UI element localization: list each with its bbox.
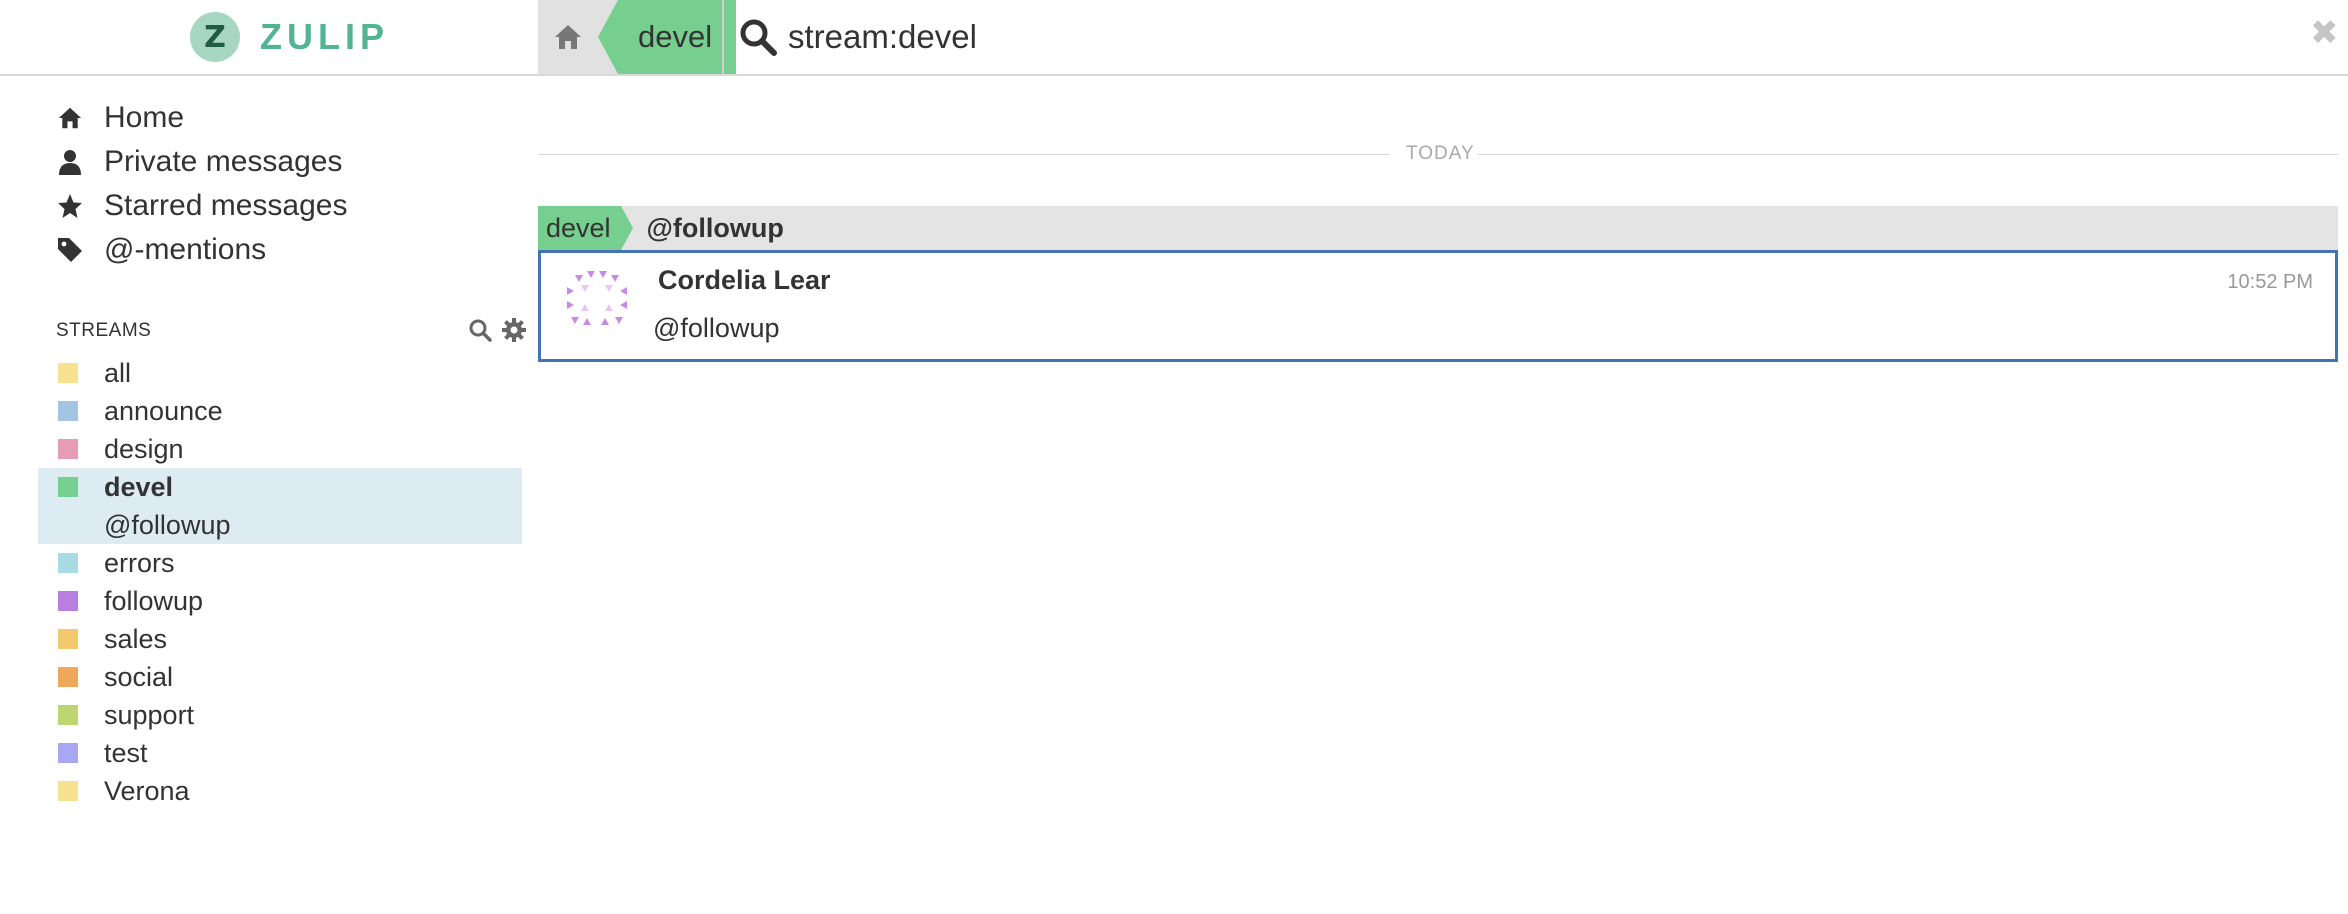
stream-item-errors[interactable]: errors [38, 544, 522, 582]
divider-line [538, 154, 1390, 155]
message-feed: TODAY devel @followup Cordelia Lear @fol… [538, 74, 2338, 914]
stream-name: design [104, 433, 184, 464]
stream-crumb[interactable]: devel [598, 0, 737, 74]
home-icon [555, 25, 581, 49]
brand-name: ZULIP [260, 16, 389, 57]
message-timestamp[interactable]: 10:52 PM [2227, 271, 2313, 294]
stream-item-announce[interactable]: announce [38, 392, 522, 430]
home-crumb-button[interactable] [538, 0, 598, 74]
stream-color-swatch [58, 667, 78, 687]
avatar[interactable] [561, 265, 633, 337]
topic-item-followup[interactable]: @followup [38, 506, 522, 544]
search-input[interactable]: stream:devel [788, 18, 977, 56]
top-navbar: Z ZULIP devel stream:devel ✖ [0, 0, 2348, 76]
stream-color-swatch [58, 477, 78, 497]
recipient-stream-link[interactable]: devel [538, 206, 633, 250]
stream-list: all announce design devel @followup erro… [38, 354, 522, 810]
filter-home[interactable]: Home [56, 96, 526, 140]
filter-label: Home [104, 101, 185, 134]
gear-icon[interactable] [502, 318, 526, 346]
stream-color-swatch [58, 591, 78, 611]
date-label: TODAY [1406, 143, 1475, 164]
stream-item-verona[interactable]: Verona [38, 772, 522, 810]
search-icon[interactable] [738, 17, 778, 57]
stream-name: sales [104, 623, 168, 654]
message-row-selected[interactable]: Cordelia Lear @followup 10:52 PM [538, 250, 2338, 362]
search-icon[interactable] [468, 318, 492, 346]
zulip-logo-icon: Z [190, 12, 240, 62]
stream-item-devel[interactable]: devel [38, 468, 522, 506]
stream-name: test [104, 737, 148, 768]
stream-name: support [104, 699, 195, 730]
date-divider: TODAY [538, 143, 2338, 164]
stream-name: all [104, 357, 132, 388]
stream-color-swatch [58, 629, 78, 649]
stream-item-sales[interactable]: sales [38, 620, 522, 658]
stream-color-swatch [58, 363, 78, 383]
stream-color-swatch [58, 781, 78, 801]
stream-name: Verona [104, 775, 190, 806]
message-content: @followup [653, 313, 780, 343]
global-filters: Home Private messages Starred messages @… [56, 96, 526, 272]
streams-title: STREAMS [56, 320, 152, 341]
recipient-bar: devel @followup [538, 206, 2338, 250]
breadcrumb: devel [538, 0, 737, 74]
recipient-topic-link[interactable]: @followup [647, 213, 784, 244]
home-icon [56, 104, 84, 132]
stream-name: followup [104, 585, 204, 616]
stream-color-swatch [58, 743, 78, 763]
filter-label: Starred messages [104, 189, 348, 222]
stream-item-all[interactable]: all [38, 354, 522, 392]
user-icon [56, 148, 84, 176]
stream-color-swatch [58, 553, 78, 573]
stream-color-swatch [58, 401, 78, 421]
close-icon[interactable]: ✖ [2310, 16, 2340, 50]
filter-starred-messages[interactable]: Starred messages [56, 184, 526, 228]
stream-name: devel [104, 471, 174, 502]
stream-item-support[interactable]: support [38, 696, 522, 734]
filter-mentions[interactable]: @-mentions [56, 228, 526, 272]
search-box[interactable]: stream:devel ✖ [722, 0, 2340, 74]
sender-name[interactable]: Cordelia Lear [658, 265, 831, 296]
stream-name: announce [104, 395, 223, 426]
stream-color-swatch [58, 439, 78, 459]
streams-header: STREAMS [56, 316, 526, 346]
filter-label: @-mentions [104, 233, 267, 266]
filter-private-messages[interactable]: Private messages [56, 140, 526, 184]
stream-item-design[interactable]: design [38, 430, 522, 468]
stream-item-followup[interactable]: followup [38, 582, 522, 620]
filter-label: Private messages [104, 145, 343, 178]
stream-item-test[interactable]: test [38, 734, 522, 772]
brand-link[interactable]: Z ZULIP [190, 12, 389, 62]
tag-icon [56, 236, 84, 264]
stream-name: errors [104, 547, 175, 578]
stream-name: social [104, 661, 174, 692]
stream-color-swatch [58, 705, 78, 725]
star-icon [56, 192, 84, 220]
streams-tools [468, 318, 526, 346]
stream-item-social[interactable]: social [38, 658, 522, 696]
divider-line [1478, 154, 2338, 155]
active-stream-block: devel @followup [38, 468, 522, 544]
